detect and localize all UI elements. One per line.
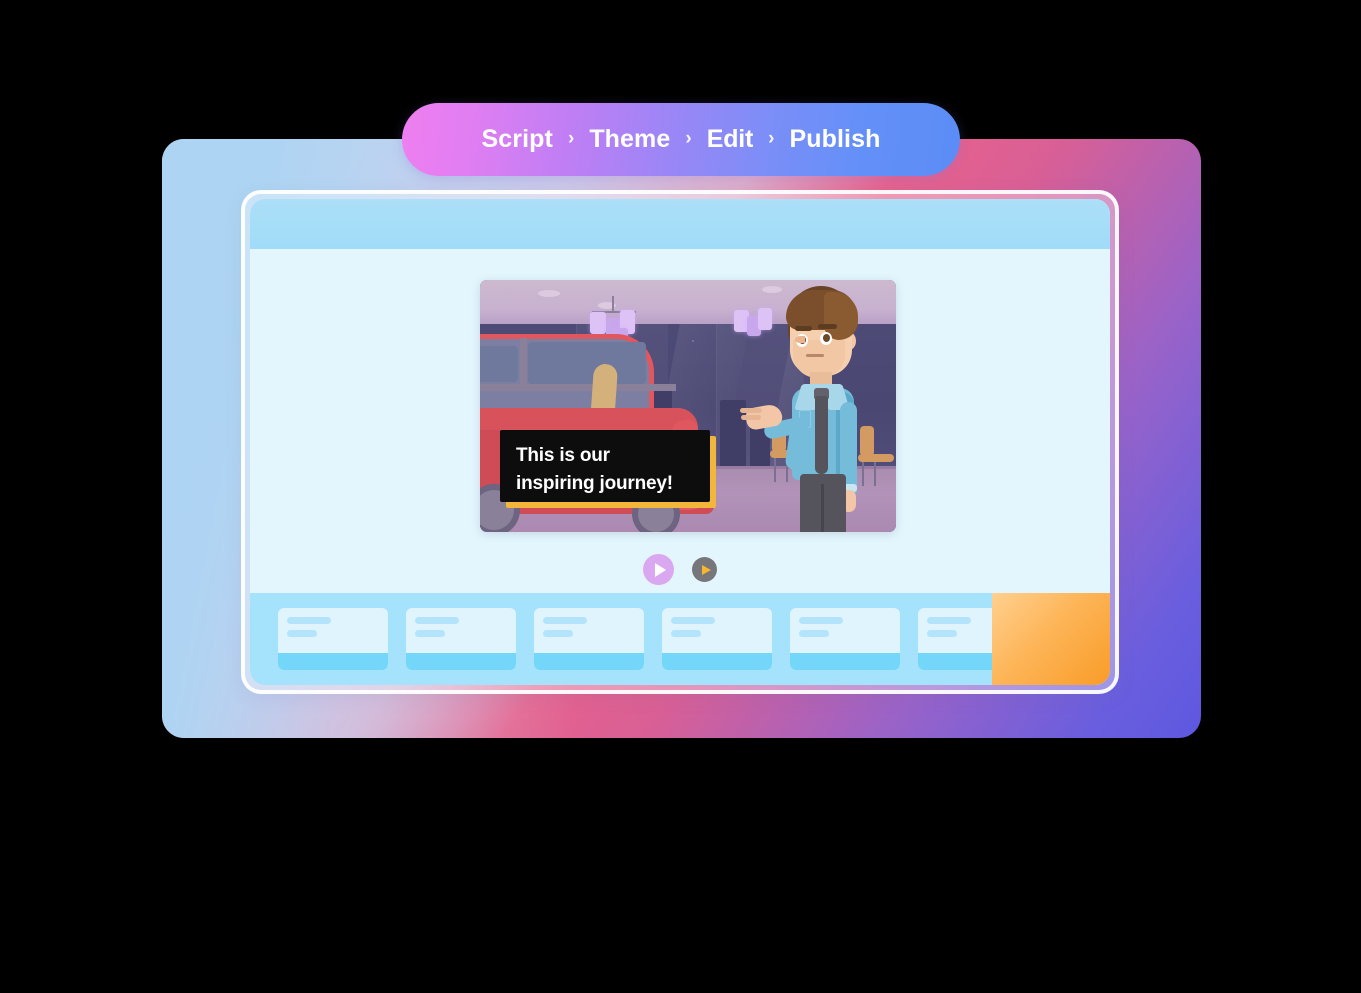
video-preview[interactable]: This is our inspiring journey!	[480, 280, 896, 532]
placeholder-line	[287, 630, 317, 637]
breadcrumb-chevron-icon-3: ›	[768, 128, 775, 149]
card-footer-bar	[790, 653, 900, 670]
card-footer-bar	[534, 653, 644, 670]
placeholder-line	[799, 617, 843, 624]
card-footer-bar	[278, 653, 388, 670]
ceiling-light-1	[538, 290, 560, 297]
placeholder-line	[415, 630, 445, 637]
breadcrumb-step-edit[interactable]: Edit	[694, 125, 766, 154]
sky-dot-2	[692, 340, 694, 342]
card-footer-bar	[406, 653, 516, 670]
placeholder-line	[927, 630, 957, 637]
editor-canvas-area: This is our inspiring journey!	[250, 249, 1110, 601]
character-pupil-right	[823, 334, 830, 342]
caption-box[interactable]: This is our inspiring journey!	[500, 430, 710, 502]
character-trouser-seam	[821, 484, 824, 532]
placeholder-line	[671, 630, 701, 637]
timeline-scene-card[interactable]	[534, 608, 644, 670]
card-footer-bar	[662, 653, 772, 670]
editor-window: This is our inspiring journey!	[241, 190, 1119, 694]
character-finger-1	[740, 408, 762, 413]
play-button-primary[interactable]	[643, 554, 674, 585]
car-window-front	[528, 342, 646, 384]
placeholder-line	[799, 630, 829, 637]
timeline-add-panel[interactable]	[992, 593, 1110, 685]
presenter-character	[740, 284, 882, 532]
timeline-scene-card[interactable]	[278, 608, 388, 670]
placeholder-line	[543, 617, 587, 624]
breadcrumb-step-publish[interactable]: Publish	[776, 125, 893, 154]
character-brow-right	[818, 324, 837, 329]
timeline-scene-card[interactable]	[662, 608, 772, 670]
breadcrumb-chevron-icon-2: ›	[685, 128, 692, 149]
breadcrumb: Script › Theme › Edit › Publish	[402, 103, 960, 176]
play-icon	[701, 564, 711, 575]
placeholder-line	[287, 617, 331, 624]
screenshot-stage: Script › Theme › Edit › Publish This is …	[0, 0, 1361, 993]
playback-controls	[250, 554, 1110, 585]
placeholder-line	[543, 630, 573, 637]
breadcrumb-chevron-icon-1: ›	[567, 128, 575, 149]
car-window-rear	[480, 346, 518, 382]
caption-line-1: This is our	[516, 445, 610, 466]
placeholder-line	[927, 617, 971, 624]
car-door-rail	[480, 384, 676, 391]
chandelier-bulb-1	[590, 312, 606, 334]
editor-topbar	[250, 199, 1110, 249]
breadcrumb-step-script[interactable]: Script	[469, 125, 566, 154]
placeholder-line	[415, 617, 459, 624]
placeholder-line	[671, 617, 715, 624]
editor-window-inner: This is our inspiring journey!	[250, 199, 1110, 685]
character-mouth	[806, 354, 824, 357]
timeline-scene-card[interactable]	[790, 608, 900, 670]
timeline-scene-card[interactable]	[406, 608, 516, 670]
play-button-secondary[interactable]	[692, 557, 717, 582]
timeline-strip	[250, 593, 1110, 685]
car-pillar	[520, 338, 527, 388]
caption-line-2: inspiring journey!	[516, 473, 673, 494]
play-icon	[654, 562, 666, 577]
breadcrumb-step-theme[interactable]: Theme	[576, 125, 683, 154]
character-finger-2	[741, 415, 761, 420]
character-nose	[795, 336, 805, 343]
video-scene: This is our inspiring journey!	[480, 280, 896, 532]
chandelier-rod-v	[612, 296, 614, 312]
character-tie	[815, 396, 828, 474]
character-brow-left	[795, 326, 812, 331]
